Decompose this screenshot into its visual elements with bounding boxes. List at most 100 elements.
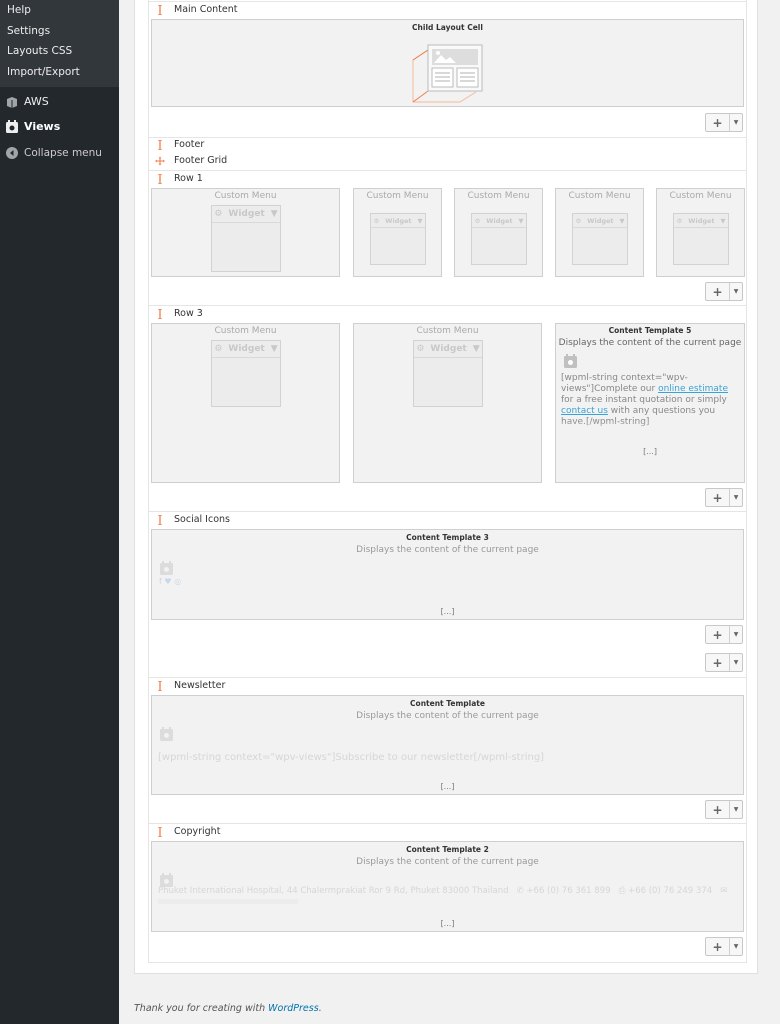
row-row3[interactable]: Row 3 <box>155 308 203 319</box>
gear-icon: ⚙ <box>214 344 223 354</box>
chevron-down-icon: ▼ <box>733 631 739 638</box>
cell-title: Custom Menu <box>568 191 631 201</box>
sidebar-submenu: Help Settings Layouts CSS Import/Export <box>0 0 119 87</box>
move-row-icon[interactable] <box>155 514 165 525</box>
submenu-layouts-css[interactable]: Layouts CSS <box>7 45 72 57</box>
widget-cell[interactable]: Custom Menu ⚙ Widget ▼ <box>151 323 340 483</box>
faded-text-line <box>158 899 298 904</box>
widget-label: Widget <box>587 216 614 225</box>
cell-title: Custom Menu <box>366 191 429 201</box>
cell-title: Child Layout Cell <box>412 23 483 32</box>
address-text: Phuket International Hospital, 44 Chaler… <box>158 886 509 896</box>
caret-down-icon: ▼ <box>270 209 278 219</box>
widget-cell[interactable]: Custom Menu ⚙ Widget ▼ <box>151 188 340 277</box>
move-cell-icon[interactable] <box>155 155 165 166</box>
sidebar-item-views[interactable]: Views <box>6 120 60 133</box>
content-template-cell[interactable]: Content Template 2 Displays the content … <box>151 841 744 932</box>
row-label: Main Content <box>174 4 238 15</box>
plus-icon: + <box>706 654 730 671</box>
views-icon <box>160 727 173 741</box>
row-label: Footer <box>174 139 205 150</box>
separator <box>149 137 746 138</box>
cell-title: Content Template 2 <box>406 845 489 854</box>
plus-icon: + <box>706 114 730 131</box>
add-cell-button[interactable]: + ▼ <box>705 488 743 507</box>
move-row-icon[interactable] <box>155 139 165 150</box>
chevron-down-icon: ▼ <box>733 288 739 295</box>
widget-bar: ⚙ Widget ▼ <box>674 214 728 228</box>
row-footer[interactable]: Footer <box>155 139 204 150</box>
submenu-settings[interactable]: Settings <box>7 25 50 37</box>
admin-sidebar: Help Settings Layouts CSS Import/Export … <box>0 0 119 1024</box>
widget-label: Widget <box>385 216 412 225</box>
gear-icon: ⚙ <box>474 216 481 225</box>
cell-subtitle: Displays the content of the current page <box>356 545 539 555</box>
row-main-content[interactable]: Main Content <box>155 4 237 15</box>
widget-label: Widget <box>228 344 265 354</box>
online-estimate-link[interactable]: online estimate <box>658 384 728 394</box>
chevron-down-icon: ▼ <box>733 659 739 666</box>
gear-icon: ⚙ <box>416 344 425 354</box>
phone-text: +66 (0) 76 361 899 <box>526 886 611 896</box>
sidebar-item-aws[interactable]: AWS <box>6 95 49 108</box>
widget-cell[interactable]: Custom Menu ⚙ Widget ▼ <box>353 323 542 483</box>
cell-title: Custom Menu <box>416 326 479 336</box>
widget-preview: ⚙ Widget ▼ <box>211 205 281 272</box>
widget-bar: ⚙ Widget ▼ <box>472 214 526 228</box>
move-row-icon[interactable] <box>155 4 165 15</box>
separator <box>149 823 746 824</box>
phone-icon: ✆ <box>511 886 527 896</box>
cell-subtitle: Displays the content of the current page <box>558 338 742 348</box>
row-newsletter[interactable]: Newsletter <box>155 680 225 691</box>
add-row-button[interactable]: + ▼ <box>705 653 743 672</box>
wordpress-link[interactable]: WordPress <box>268 1003 319 1014</box>
row-label: Footer Grid <box>174 155 228 166</box>
add-cell-button[interactable]: + ▼ <box>705 625 743 644</box>
footer-text: Thank you for creating with <box>134 1003 269 1014</box>
chevron-down-icon: ▼ <box>733 119 739 126</box>
widget-label: Widget <box>228 209 265 219</box>
submenu-import-export[interactable]: Import/Export <box>7 66 80 78</box>
add-cell-button[interactable]: + ▼ <box>705 282 743 301</box>
cell-title: Content Template 5 <box>608 326 692 335</box>
move-row-icon[interactable] <box>155 308 165 319</box>
widget-label: Widget <box>430 344 467 354</box>
widget-preview: ⚙ Widget ▼ <box>673 213 729 265</box>
child-layout-cell[interactable]: Child Layout Cell <box>151 19 744 107</box>
layout-editor-panel: Main Content Child Layout Cell + ▼ Footer… <box>134 0 758 974</box>
widget-bar: ⚙ Widget ▼ <box>414 341 482 358</box>
row-row1[interactable]: Row 1 <box>155 173 203 184</box>
plus-icon: + <box>706 283 730 300</box>
widget-bar: ⚙ Widget ▼ <box>371 214 425 228</box>
gear-icon: ⚙ <box>575 216 582 225</box>
add-cell-button[interactable]: + ▼ <box>705 937 743 956</box>
child-layout-illustration-icon <box>412 44 483 103</box>
fade-overlay <box>556 420 744 442</box>
submenu-help[interactable]: Help <box>7 4 31 16</box>
widget-cell[interactable]: Custom Menu ⚙ Widget ▼ <box>353 188 442 277</box>
add-cell-button[interactable]: + ▼ <box>705 800 743 819</box>
row-social-icons[interactable]: Social Icons <box>155 514 230 525</box>
widget-cell[interactable]: Custom Menu ⚙ Widget ▼ <box>454 188 543 277</box>
collapse-menu-button[interactable]: Collapse menu <box>6 147 102 159</box>
add-cell-button[interactable]: + ▼ <box>705 113 743 132</box>
views-icon <box>564 354 577 368</box>
row-copyright[interactable]: Copyright <box>155 826 220 837</box>
contact-us-link[interactable]: contact us <box>561 406 608 416</box>
admin-footer: Thank you for creating with WordPress. <box>134 1003 322 1014</box>
widget-cell[interactable]: Custom Menu ⚙ Widget ▼ <box>656 188 745 277</box>
separator <box>149 677 746 678</box>
views-icon <box>6 120 18 133</box>
move-row-icon[interactable] <box>155 680 165 691</box>
content-template-cell[interactable]: Content Template Displays the content of… <box>151 695 744 795</box>
move-row-icon[interactable] <box>155 173 165 184</box>
widget-preview: ⚙ Widget ▼ <box>211 340 281 407</box>
row-footer-grid[interactable]: Footer Grid <box>155 155 227 166</box>
cell-subtitle: Displays the content of the current page <box>356 857 539 867</box>
caret-down-icon: ▼ <box>472 344 480 354</box>
content-template-cell[interactable]: Content Template 5 Displays the content … <box>555 323 745 483</box>
content-template-cell[interactable]: Content Template 3 Displays the content … <box>151 529 744 620</box>
widget-cell[interactable]: Custom Menu ⚙ Widget ▼ <box>555 188 644 277</box>
move-row-icon[interactable] <box>155 826 165 837</box>
widget-bar: ⚙ Widget ▼ <box>573 214 627 228</box>
